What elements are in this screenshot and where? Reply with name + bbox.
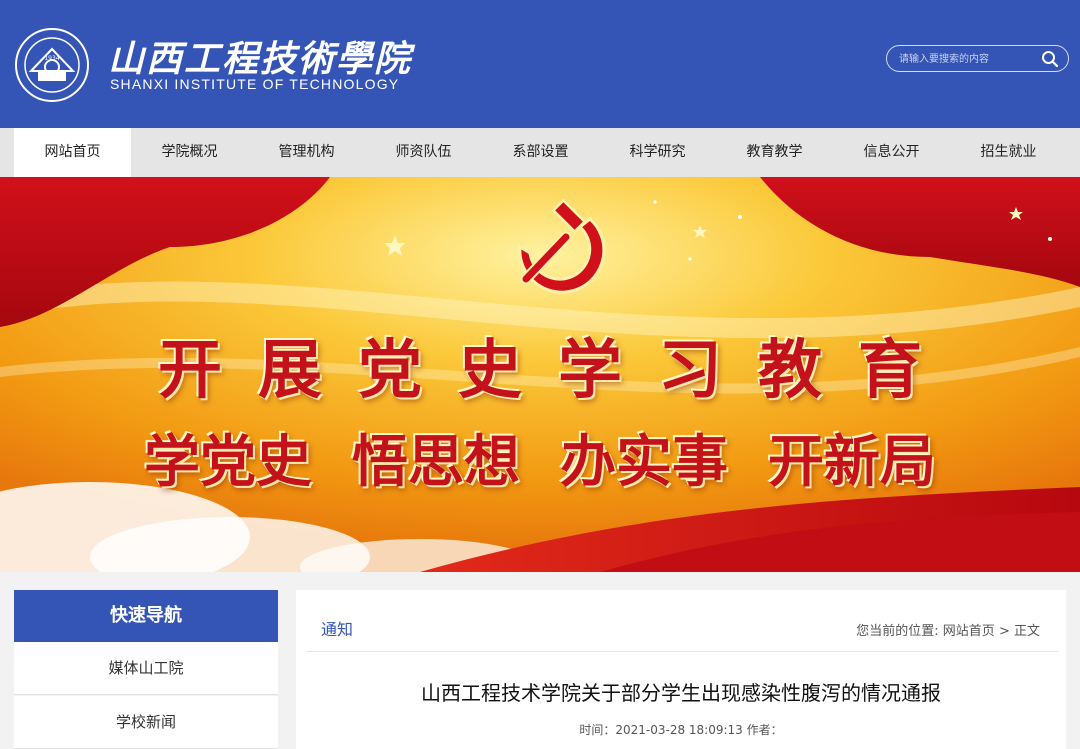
nav-item-departments[interactable]: 系部设置 [482,128,599,177]
nav-item-teaching[interactable]: 教育教学 [716,128,833,177]
time-label: 时间： [579,723,616,737]
article-meta: 时间：2021-03-28 18:09:13 作者： [296,721,1066,738]
seal-year: 1934 [44,55,59,62]
sidebar-item-school-news[interactable]: 学校新闻 [14,696,278,749]
banner-subtitle-2: 悟思想 [352,429,520,495]
banner-title: 开展党史学习教育 [158,333,958,408]
nav-item-faculty[interactable]: 师资队伍 [365,128,482,177]
breadcrumb-separator: > [998,624,1010,639]
search-box [886,45,1069,72]
nav-item-admissions[interactable]: 招生就业 [950,128,1067,177]
site-header: 1934 山西工程技術學院 SHANXI INSTITUTE OF TECHNO… [0,0,1080,128]
article-panel: 通知 您当前的位置: 网站首页 > 正文 山西工程技术学院关于部分学生出现感染性… [296,590,1066,749]
article-title: 山西工程技术学院关于部分学生出现感染性腹泻的情况通报 [421,681,941,705]
hero-banner[interactable]: 开展党史学习教育 学党史 悟思想 办实事 开新局 [0,177,1080,572]
divider [306,651,1058,652]
nav-item-research[interactable]: 科学研究 [599,128,716,177]
author-label: 作者： [746,723,783,737]
site-title-cn[interactable]: 山西工程技術學院 [108,30,412,82]
breadcrumb-prefix: 您当前的位置: [856,624,939,639]
sidebar-item-media[interactable]: 媒体山工院 [14,642,278,695]
search-icon[interactable] [1040,49,1060,69]
main-nav: 网站首页 学院概况 管理机构 师资队伍 系部设置 科学研究 教育教学 信息公开 … [0,128,1080,177]
breadcrumb-current: 正文 [1013,624,1040,639]
banner-subtitle-1: 学党史 [144,429,312,495]
banner-subtitle-4: 开新局 [768,429,936,495]
breadcrumb: 您当前的位置: 网站首页 > 正文 [856,620,1040,639]
nav-item-home[interactable]: 网站首页 [14,128,131,177]
publish-time: 2021-03-28 18:09:13 [615,723,743,737]
banner-subtitle: 学党史 悟思想 办实事 开新局 [0,417,1080,498]
section-tab: 通知 [321,620,354,639]
nav-item-disclosure[interactable]: 信息公开 [833,128,950,177]
sidebar-heading: 快速导航 [14,590,278,642]
banner-subtitle-3: 办实事 [560,429,728,495]
nav-item-administration[interactable]: 管理机构 [248,128,365,177]
school-seal-icon[interactable]: 1934 [14,27,90,103]
nav-item-about[interactable]: 学院概况 [131,128,248,177]
breadcrumb-home-link[interactable]: 网站首页 [943,624,995,639]
site-title-en: SHANXI INSTITUTE OF TECHNOLOGY [110,76,400,92]
search-input[interactable] [899,50,1039,68]
